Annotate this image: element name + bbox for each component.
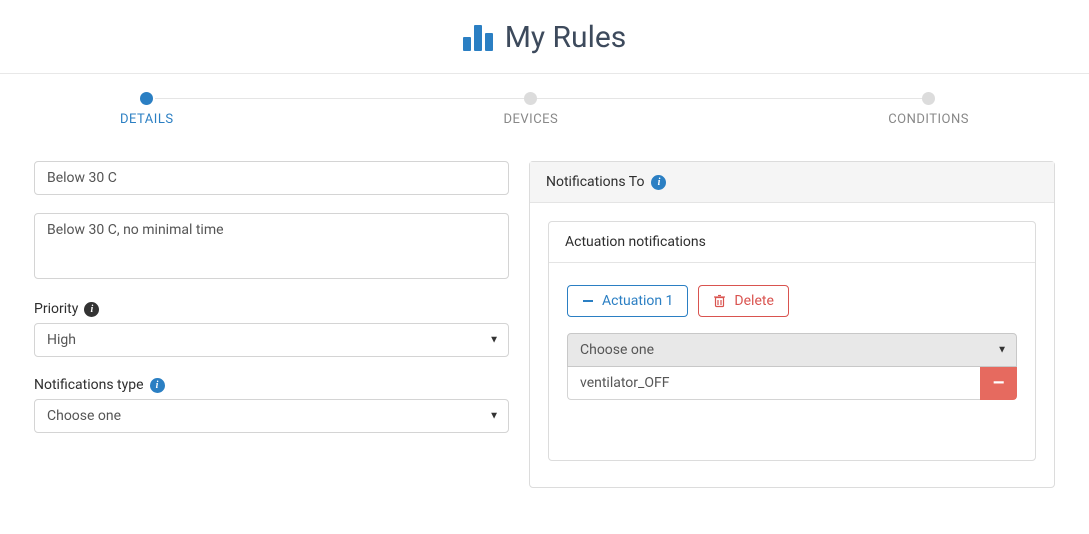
bar-chart-icon <box>463 25 493 51</box>
page-title-wrapper: My Rules <box>463 20 627 55</box>
notifications-to-title: Notifications To <box>546 174 644 190</box>
priority-label: Priority <box>34 301 78 317</box>
step-devices[interactable]: DEVICES <box>503 92 558 127</box>
info-icon[interactable]: i <box>651 175 666 190</box>
notifications-type-label: Notifications type <box>34 377 144 393</box>
notifications-type-label-row: Notifications type i <box>34 377 509 393</box>
actuation-tab-label: Actuation 1 <box>602 293 673 309</box>
delete-button[interactable]: Delete <box>698 285 788 317</box>
priority-select[interactable]: High <box>34 323 509 357</box>
delete-label: Delete <box>734 293 773 309</box>
notifications-to-panel: Notifications To i Actuation notificatio… <box>529 161 1055 488</box>
notifications-to-body: Actuation notifications Actuation 1 <box>530 203 1054 487</box>
step-dot-icon <box>922 92 935 105</box>
trash-icon <box>713 294 726 308</box>
page-title: My Rules <box>505 20 627 55</box>
remove-item-button[interactable]: − <box>980 367 1017 400</box>
right-column: Notifications To i Actuation notificatio… <box>529 161 1055 488</box>
notifications-type-select[interactable]: Choose one <box>34 399 509 433</box>
actuation-title: Actuation notifications <box>565 234 706 250</box>
actuation-button-row: Actuation 1 <box>567 285 1017 317</box>
minus-icon <box>582 295 594 307</box>
priority-label-row: Priority i <box>34 301 509 317</box>
step-dot-icon <box>524 92 537 105</box>
info-icon[interactable]: i <box>84 302 99 317</box>
notifications-to-header: Notifications To i <box>530 162 1054 203</box>
actuation-type-select[interactable]: Choose one <box>567 333 1017 367</box>
actuation-body: Actuation 1 <box>549 263 1035 460</box>
step-label: DETAILS <box>120 112 174 127</box>
main-content: Below 30 C, no minimal time Priority i H… <box>0 139 1089 504</box>
page-header: My Rules <box>0 0 1089 74</box>
left-column: Below 30 C, no minimal time Priority i H… <box>34 161 509 488</box>
step-conditions[interactable]: CONDITIONS <box>888 92 969 127</box>
actuation-item-input[interactable] <box>567 367 980 400</box>
minus-icon: − <box>993 373 1005 393</box>
actuation-panel: Actuation notifications Actuation 1 <box>548 221 1036 461</box>
step-dot-icon <box>140 92 153 105</box>
actuation-item-row: − <box>567 367 1017 400</box>
actuation-header: Actuation notifications <box>549 222 1035 263</box>
step-label: CONDITIONS <box>888 112 969 127</box>
step-label: DEVICES <box>503 112 558 127</box>
rule-description-input[interactable]: Below 30 C, no minimal time <box>34 213 509 279</box>
rule-name-input[interactable] <box>34 161 509 195</box>
step-details[interactable]: DETAILS <box>120 92 174 127</box>
actuation-tab-button[interactable]: Actuation 1 <box>567 285 688 317</box>
info-icon[interactable]: i <box>150 378 165 393</box>
wizard-stepper: DETAILS DEVICES CONDITIONS <box>0 74 1089 139</box>
